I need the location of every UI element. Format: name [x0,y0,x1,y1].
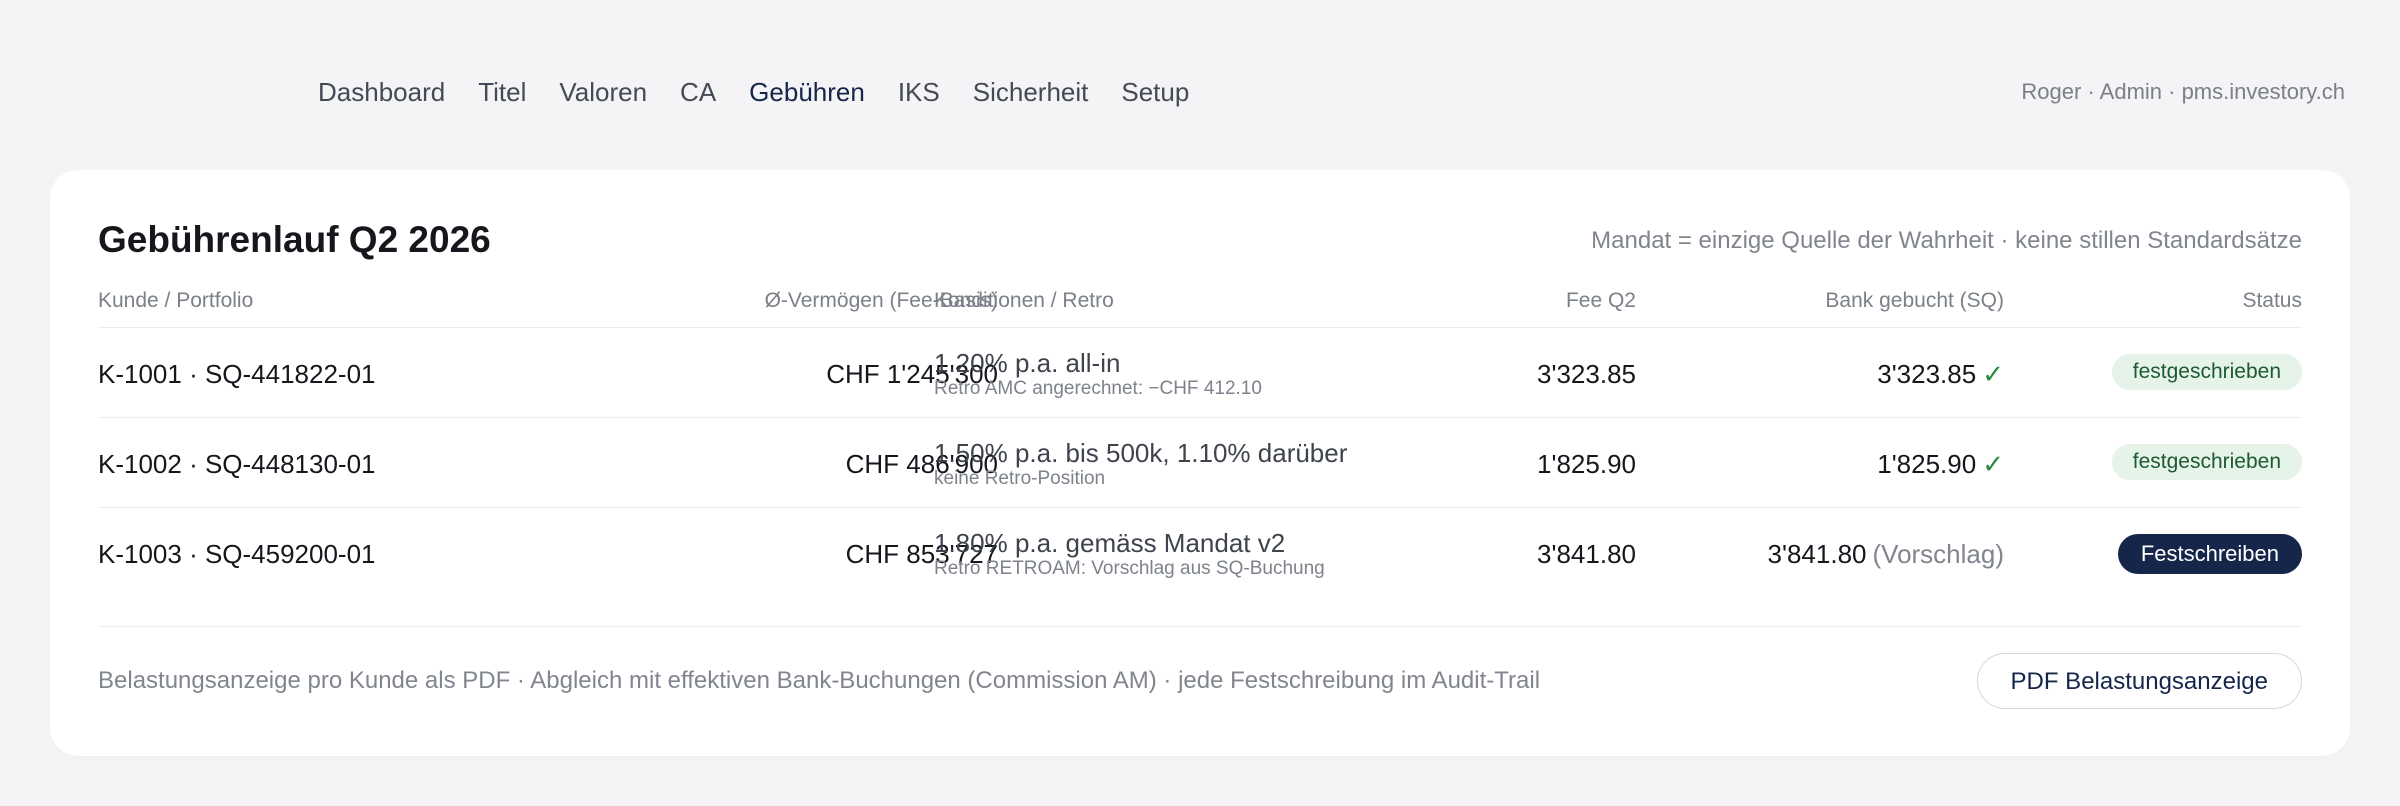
conditions-cell: 1.20% p.a. all-in Retro AMC angerechnet:… [934,348,1262,400]
nav-item-gebuehren[interactable]: Gebühren [749,76,865,108]
conditions-retro: Retro RETROAM: Vorschlag aus SQ-Buchung [934,558,1325,579]
divider [98,626,2302,627]
client-cell: K-1001 · SQ-441822-01 [98,359,376,389]
table-row: K-1003 · SQ-459200-01 CHF 853'727 1.80% … [98,508,2302,598]
client-cell: K-1002 · SQ-448130-01 [98,449,376,479]
page-title: Gebührenlauf Q2 2026 [98,219,491,260]
bank-cell: 3'841.80 (Vorschlag) [1768,538,2004,570]
column-header-fee: Fee Q2 [1565,289,1636,312]
column-header-conditions: Konditionen / Retro [934,289,1114,312]
status-cell: festgeschrieben [2111,354,2302,390]
conditions-main: 1.20% p.a. all-in [934,348,1121,378]
table-row: K-1001 · SQ-441822-01 CHF 1'245'300 1.20… [98,328,2302,418]
card-subtitle: Mandat = einzige Quelle der Wahrheit · k… [1591,227,2302,254]
bank-amount: 3'841.80 [1767,539,1867,569]
fee-run-card: Gebührenlauf Q2 2026 Mandat = einzige Qu… [50,170,2350,756]
festschreiben-button[interactable]: Festschreiben [2117,534,2302,574]
fee-cell: 1'825.90 [1537,449,1636,479]
user-info: Roger · Admin · pms.investory.ch [2021,79,2345,104]
nav-item-setup[interactable]: Setup [1121,76,1189,108]
nav-item-dashboard[interactable]: Dashboard [318,76,445,108]
pdf-belastungsanzeige-button[interactable]: PDF Belastungsanzeige [1976,653,2302,709]
nav-item-sicherheit[interactable]: Sicherheit [973,76,1089,108]
conditions-cell: 1.50% p.a. bis 500k, 1.10% darüber keine… [934,438,1347,490]
column-header-client: Kunde / Portfolio [98,289,254,312]
bank-cell: 1'825.90 ✓ [1877,448,2004,480]
proposal-note: (Vorschlag) [1872,539,2005,569]
status-cell: Festschreiben [2117,534,2302,574]
fee-cell: 3'323.85 [1537,359,1636,389]
bank-amount: 1'825.90 [1877,449,1977,479]
conditions-main: 1.50% p.a. bis 500k, 1.10% darüber [934,438,1348,468]
status-badge: festgeschrieben [2111,444,2302,480]
footer-note: Belastungsanzeige pro Kunde als PDF · Ab… [98,667,1541,694]
table-row: K-1002 · SQ-448130-01 CHF 486'900 1.50% … [98,418,2302,508]
client-cell: K-1003 · SQ-459200-01 [98,539,376,569]
bank-amount: 3'323.85 [1877,359,1977,389]
nav-item-titel[interactable]: Titel [478,76,526,108]
fee-cell: 3'841.80 [1537,539,1636,569]
fee-table: Kunde / Portfolio Ø-Vermögen (Fee-Basis)… [98,274,2302,598]
check-icon: ✓ [1982,449,2004,479]
column-header-bank: Bank gebucht (SQ) [1825,289,2004,312]
status-badge: festgeschrieben [2111,354,2302,390]
bank-cell: 3'323.85 ✓ [1877,358,2004,390]
nav-item-ca[interactable]: CA [680,76,716,108]
status-cell: festgeschrieben [2111,444,2302,480]
conditions-retro: keine Retro-Position [934,468,1106,489]
nav-item-valoren[interactable]: Valoren [559,76,647,108]
column-header-status: Status [2242,289,2302,312]
nav-item-iks[interactable]: IKS [898,76,940,108]
table-header: Kunde / Portfolio Ø-Vermögen (Fee-Basis)… [98,274,2302,328]
top-navigation: Dashboard Titel Valoren CA Gebühren IKS … [318,76,1222,108]
conditions-retro: Retro AMC angerechnet: −CHF 412.10 [934,378,1262,399]
conditions-main: 1.80% p.a. gemäss Mandat v2 [934,528,1286,558]
check-icon: ✓ [1982,359,2004,389]
conditions-cell: 1.80% p.a. gemäss Mandat v2 Retro RETROA… [934,528,1325,580]
